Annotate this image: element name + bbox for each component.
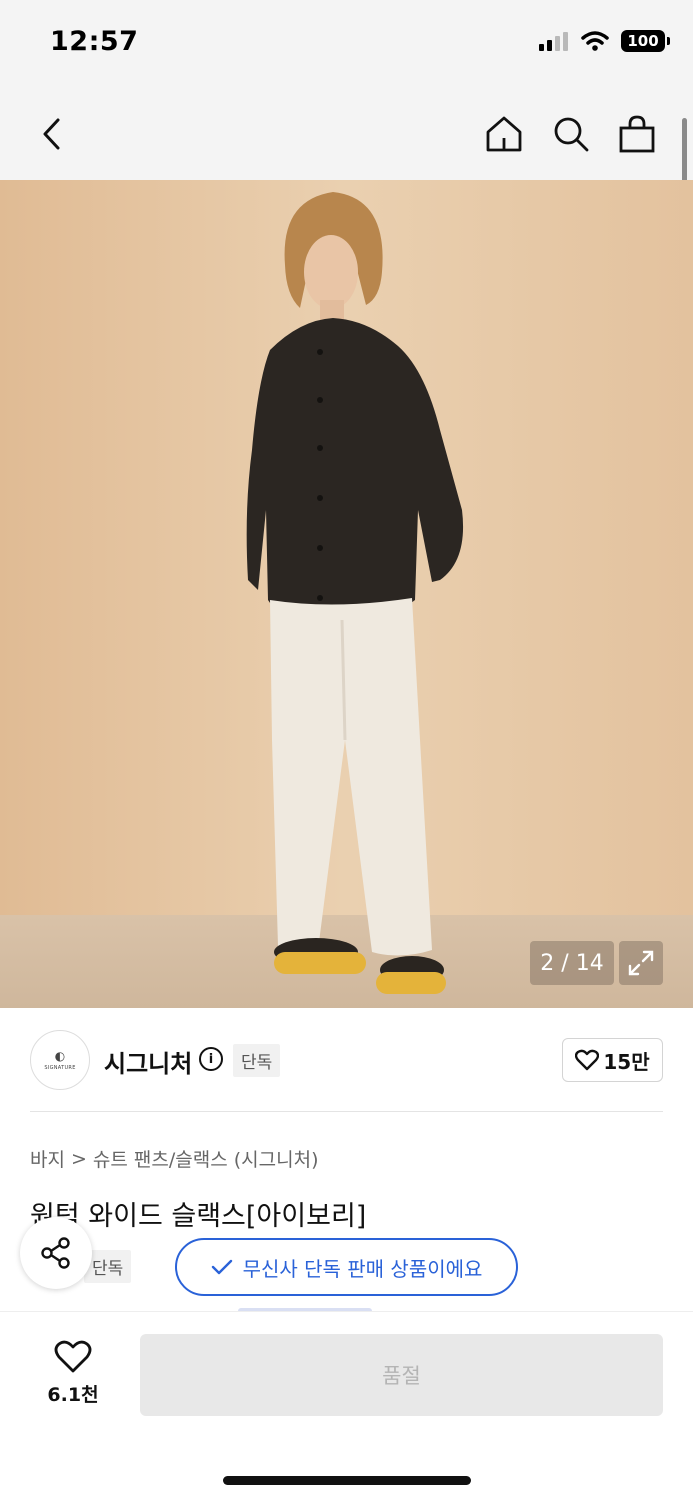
status-bar: 12:57 100 (0, 0, 693, 86)
breadcrumb: 바지 > 슈트 팬츠/슬랙스 (시그니처) (30, 1145, 318, 1172)
expand-icon (628, 950, 654, 976)
battery-icon: 100 (621, 30, 670, 52)
breadcrumb-category[interactable]: 바지 (30, 1145, 65, 1172)
brand-like-count: 15만 (603, 1049, 650, 1074)
breadcrumb-subcategory[interactable]: 슈트 팬츠/슬랙스 (시그니처) (93, 1145, 319, 1172)
brand-like-button[interactable]: 15만 (562, 1038, 663, 1082)
cart-button[interactable] (615, 112, 659, 156)
home-icon (486, 116, 522, 152)
product-photo-illustration (0, 180, 693, 1008)
shopping-bag-icon (619, 115, 655, 153)
exclusive-badge: 단독 (233, 1044, 281, 1077)
image-counter: 2 / 14 (530, 941, 614, 985)
exclusive-toast: 무신사 단독 판매 상품이에요 (175, 1238, 518, 1296)
back-button[interactable] (30, 112, 74, 156)
sold-out-button[interactable]: 품절 (140, 1334, 663, 1416)
brand-logo[interactable]: ◐ SIGNATURE (30, 1030, 90, 1090)
status-indicators: 100 (539, 30, 670, 52)
cellular-signal-icon (539, 32, 568, 51)
top-nav (0, 86, 693, 180)
search-button[interactable] (549, 112, 593, 156)
wifi-icon (581, 31, 609, 51)
breadcrumb-separator: > (70, 1147, 87, 1170)
chevron-left-icon (43, 118, 60, 150)
share-button[interactable] (20, 1217, 92, 1289)
product-image[interactable] (0, 180, 693, 1008)
brand-row: ◐ SIGNATURE 시그니처 i 단독 15만 (0, 1030, 693, 1092)
wishlist-button[interactable]: 6.1천 (30, 1340, 116, 1407)
battery-level: 100 (627, 32, 659, 50)
heart-icon (54, 1340, 92, 1373)
bottom-action-bar: 6.1천 품절 (0, 1311, 693, 1500)
toast-text: 무신사 단독 판매 상품이에요 (242, 1256, 483, 1281)
status-time: 12:57 (50, 26, 139, 57)
heart-icon (575, 1049, 600, 1071)
wishlist-count: 6.1천 (47, 1384, 99, 1406)
logo-mark-icon: ◐ (54, 1049, 66, 1063)
expand-image-button[interactable] (619, 941, 663, 985)
home-button[interactable] (482, 112, 526, 156)
share-icon (41, 1237, 70, 1269)
divider (30, 1111, 663, 1112)
home-indicator[interactable] (223, 1476, 471, 1485)
brand-name[interactable]: 시그니처 (104, 1044, 192, 1079)
info-icon[interactable]: i (199, 1047, 223, 1071)
check-icon (211, 1259, 232, 1275)
logo-text: SIGNATURE (44, 1065, 76, 1071)
search-icon (554, 117, 589, 152)
